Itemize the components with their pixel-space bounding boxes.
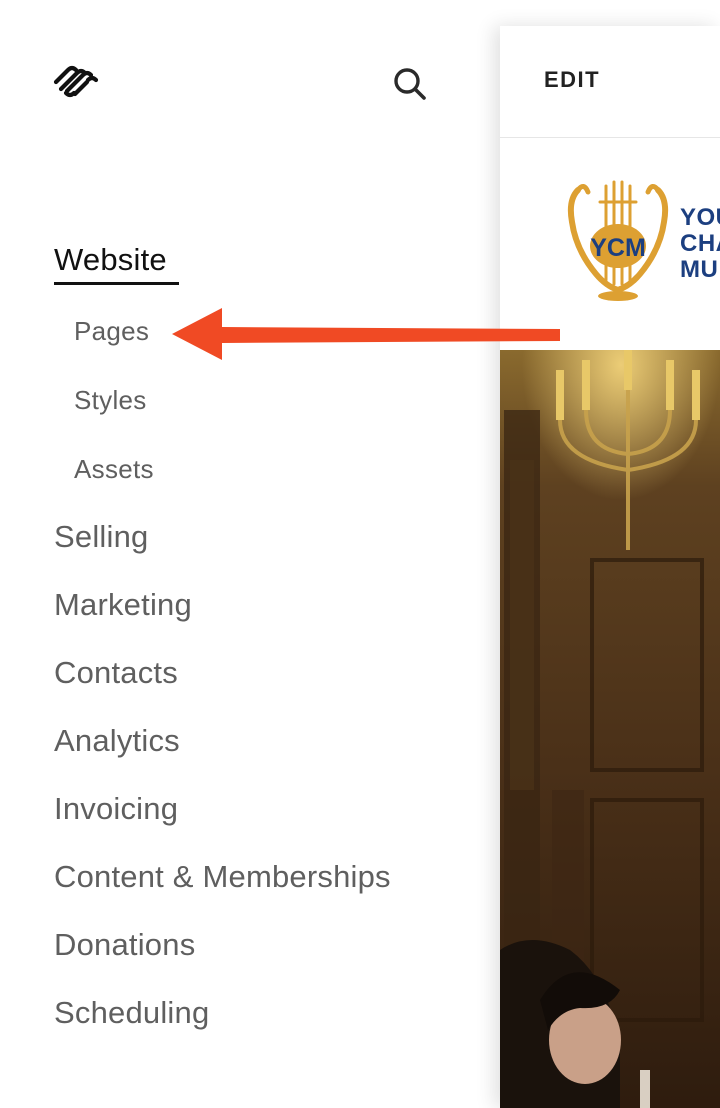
nav-item-scheduling[interactable]: Scheduling bbox=[54, 995, 209, 1031]
nav-subitem-styles[interactable]: Styles bbox=[74, 385, 147, 416]
nav-item-selling[interactable]: Selling bbox=[54, 519, 148, 555]
nav-item-invoicing[interactable]: Invoicing bbox=[54, 791, 178, 827]
nav-item-donations[interactable]: Donations bbox=[54, 927, 195, 963]
nav-item-marketing[interactable]: Marketing bbox=[54, 587, 192, 623]
site-preview-panel[interactable]: EDIT YCM YOU CHA MU bbox=[500, 26, 720, 1108]
nav-item-analytics[interactable]: Analytics bbox=[54, 723, 180, 759]
callout-arrow-icon bbox=[172, 308, 560, 360]
nav-item-website[interactable]: Website bbox=[54, 242, 167, 278]
site-lyre-logo: YCM bbox=[567, 180, 669, 301]
brand-name-line-3: MU bbox=[680, 256, 719, 283]
nav-item-content-memberships[interactable]: Content & Memberships bbox=[54, 859, 391, 895]
brand-name-line-1: YOU bbox=[680, 204, 720, 231]
nav-subitem-assets[interactable]: Assets bbox=[74, 454, 154, 485]
squarespace-logo-icon[interactable] bbox=[52, 62, 100, 100]
hero-image bbox=[500, 350, 720, 1108]
edit-button[interactable]: EDIT bbox=[544, 67, 600, 93]
preview-header-divider bbox=[500, 137, 720, 138]
nav-item-contacts[interactable]: Contacts bbox=[54, 655, 178, 691]
nav-subitem-pages[interactable]: Pages bbox=[74, 316, 149, 347]
active-nav-underline bbox=[54, 282, 179, 285]
brand-name-line-2: CHA bbox=[680, 230, 720, 257]
search-icon[interactable] bbox=[390, 64, 430, 104]
svg-text:YCM: YCM bbox=[590, 234, 646, 262]
sidebar-nav: Website Pages Styles Assets Selling Mark… bbox=[0, 0, 500, 1108]
